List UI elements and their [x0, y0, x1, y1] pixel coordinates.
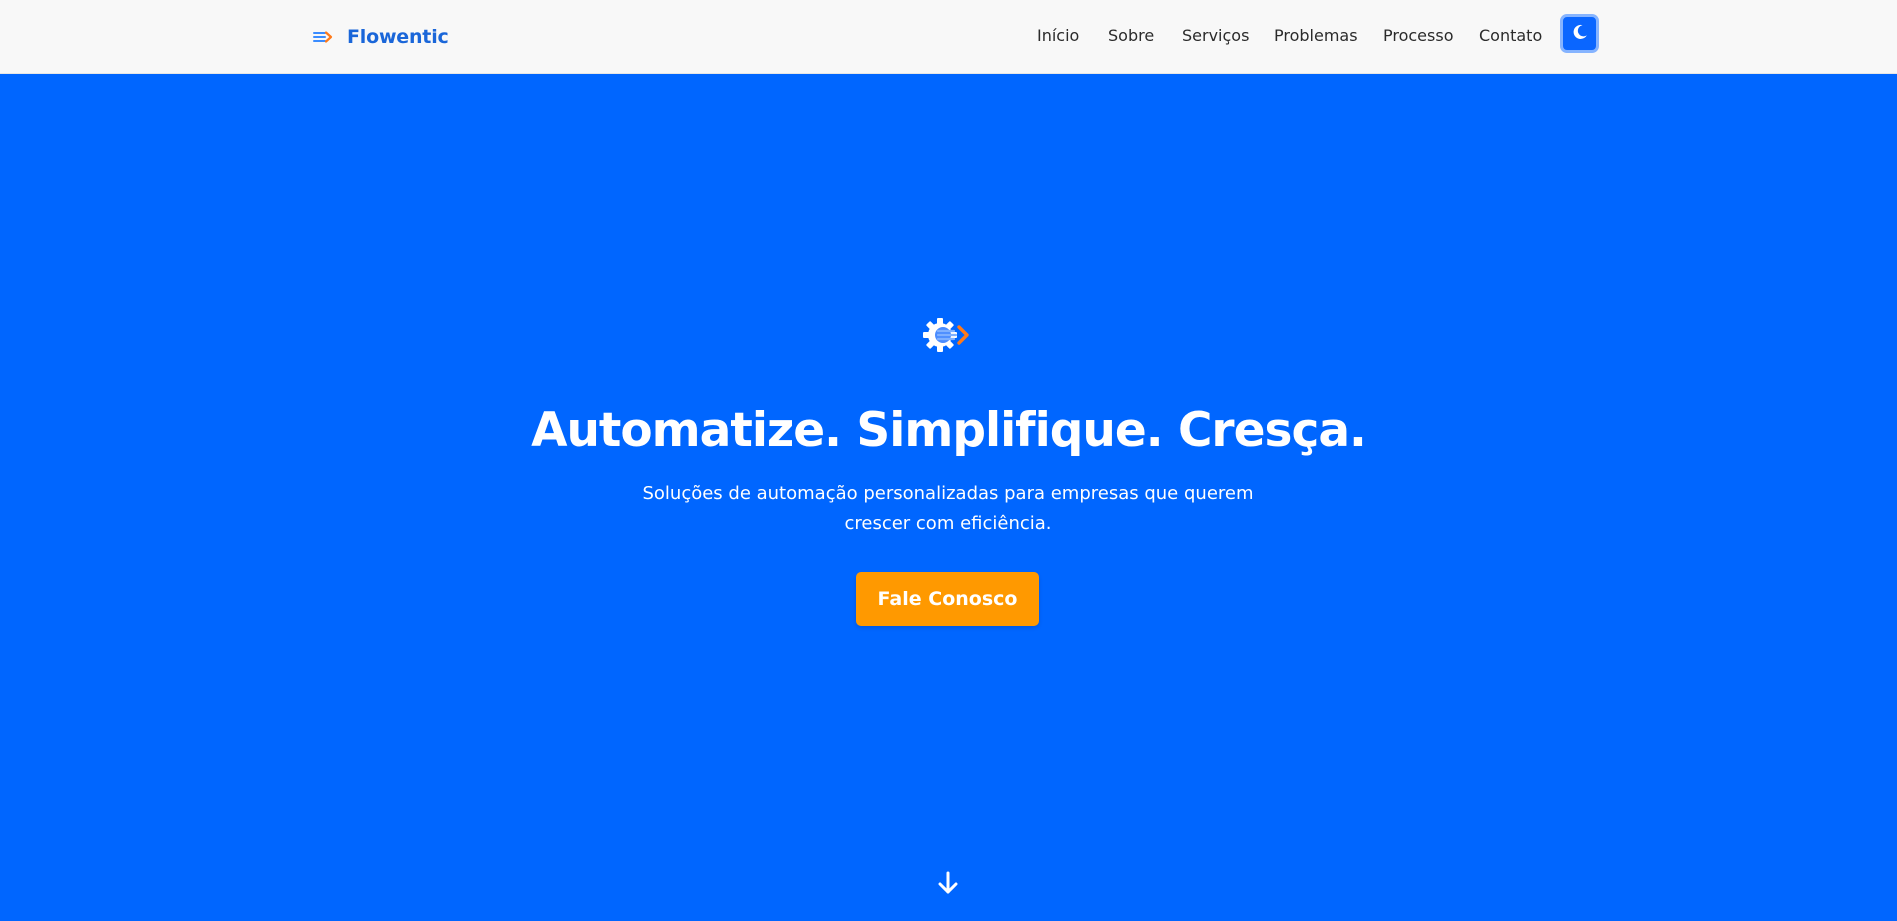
hero-section: Automatize. Simplifique. Cresça. Soluçõe… — [0, 74, 1897, 921]
hero-subtitle: Soluções de automação personalizadas par… — [638, 479, 1258, 539]
nav-link-contato[interactable]: Contato — [1479, 26, 1542, 45]
nav-link-inicio[interactable]: Início — [1037, 26, 1079, 45]
contact-cta-button[interactable]: Fale Conosco — [856, 572, 1039, 626]
navbar: Flowentic Início Sobre Serviços Problema… — [0, 0, 1897, 74]
nav-link-problemas[interactable]: Problemas — [1274, 26, 1358, 45]
hero-subtitle-line-1: Soluções de automação personalizadas par… — [642, 483, 1254, 504]
hero-title: Automatize. Simplifique. Cresça. — [531, 403, 1367, 458]
theme-toggle-button[interactable] — [1560, 14, 1599, 53]
moon-icon — [1571, 23, 1589, 44]
nav-link-processo[interactable]: Processo — [1383, 26, 1453, 45]
hero-subtitle-line-2: crescer com eficiência. — [844, 513, 1052, 534]
nav-link-servicos[interactable]: Serviços — [1182, 26, 1249, 45]
main-nav: Início Sobre Serviços Problemas Processo… — [0, 22, 1897, 52]
arrow-down-icon[interactable] — [936, 870, 960, 896]
nav-link-sobre[interactable]: Sobre — [1108, 26, 1154, 45]
gear-flow-icon — [922, 314, 974, 356]
